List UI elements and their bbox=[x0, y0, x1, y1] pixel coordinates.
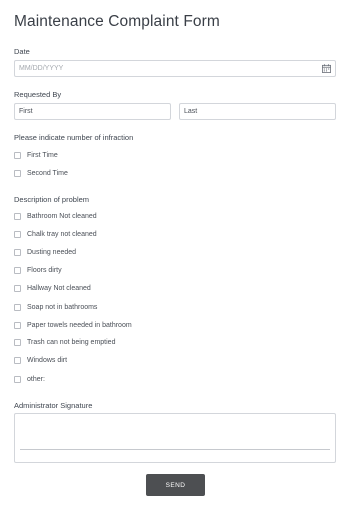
problem-option-hallway[interactable]: Hallway Not cleaned bbox=[14, 283, 91, 293]
option-label: Trash can not being emptied bbox=[27, 338, 116, 346]
checkbox[interactable] bbox=[14, 284, 21, 292]
requested-by-label: Requested By bbox=[14, 90, 62, 99]
infraction-option-second-time[interactable]: Second Time bbox=[14, 168, 68, 178]
option-label: Floors dirty bbox=[27, 266, 62, 274]
checkbox[interactable] bbox=[14, 338, 21, 346]
first-name-text: First bbox=[19, 108, 33, 115]
option-label: Paper towels needed in bathroom bbox=[27, 321, 132, 329]
infraction-label: Please indicate number of infraction bbox=[14, 133, 134, 142]
checkbox[interactable] bbox=[14, 266, 21, 274]
checkbox[interactable] bbox=[14, 230, 21, 238]
last-name-text: Last bbox=[184, 108, 198, 115]
option-label: Bathroom Not cleaned bbox=[27, 212, 97, 220]
checkbox[interactable] bbox=[14, 303, 21, 311]
problem-option-paper-towels[interactable]: Paper towels needed in bathroom bbox=[14, 320, 132, 330]
option-label: Hallway Not cleaned bbox=[27, 284, 91, 292]
problem-option-dusting[interactable]: Dusting needed bbox=[14, 247, 76, 257]
checkbox[interactable] bbox=[14, 169, 21, 177]
first-name-field[interactable]: First bbox=[14, 103, 171, 120]
infraction-option-first-time[interactable]: First Time bbox=[14, 150, 58, 160]
option-label: other: bbox=[27, 375, 45, 383]
problem-option-soap[interactable]: Soap not in bathrooms bbox=[14, 302, 97, 312]
date-label: Date bbox=[14, 47, 30, 56]
problem-option-bathroom[interactable]: Bathroom Not cleaned bbox=[14, 211, 97, 221]
send-button[interactable]: SEND bbox=[146, 474, 205, 496]
checkbox[interactable] bbox=[14, 248, 21, 256]
problem-label: Description of problem bbox=[14, 195, 90, 204]
signature-pad[interactable] bbox=[14, 413, 336, 463]
problem-option-windows[interactable]: Windows dirt bbox=[14, 355, 67, 365]
checkbox[interactable] bbox=[14, 356, 21, 364]
option-label: Chalk tray not cleaned bbox=[27, 230, 97, 238]
form-title: Maintenance Complaint Form bbox=[14, 13, 220, 30]
option-label: Second Time bbox=[27, 169, 68, 177]
problem-option-trash[interactable]: Trash can not being emptied bbox=[14, 337, 115, 347]
checkbox[interactable] bbox=[14, 321, 21, 329]
signature-baseline bbox=[20, 449, 330, 450]
date-placeholder: MM/DD/YYYY bbox=[19, 65, 64, 72]
signature-label: Administrator Signature bbox=[14, 401, 93, 410]
option-label: Soap not in bathrooms bbox=[27, 303, 98, 311]
calendar-icon[interactable] bbox=[322, 64, 331, 73]
last-name-field[interactable]: Last bbox=[179, 103, 336, 120]
option-label: First Time bbox=[27, 151, 58, 159]
checkbox[interactable] bbox=[14, 375, 21, 383]
option-label: Dusting needed bbox=[27, 248, 77, 256]
problem-option-floors[interactable]: Floors dirty bbox=[14, 265, 62, 275]
problem-option-other[interactable]: other: bbox=[14, 374, 45, 384]
checkbox[interactable] bbox=[14, 151, 21, 159]
problem-option-chalk-tray[interactable]: Chalk tray not cleaned bbox=[14, 229, 97, 239]
option-label: Windows dirt bbox=[27, 356, 68, 364]
checkbox[interactable] bbox=[14, 212, 21, 220]
date-input[interactable]: MM/DD/YYYY bbox=[14, 60, 336, 77]
